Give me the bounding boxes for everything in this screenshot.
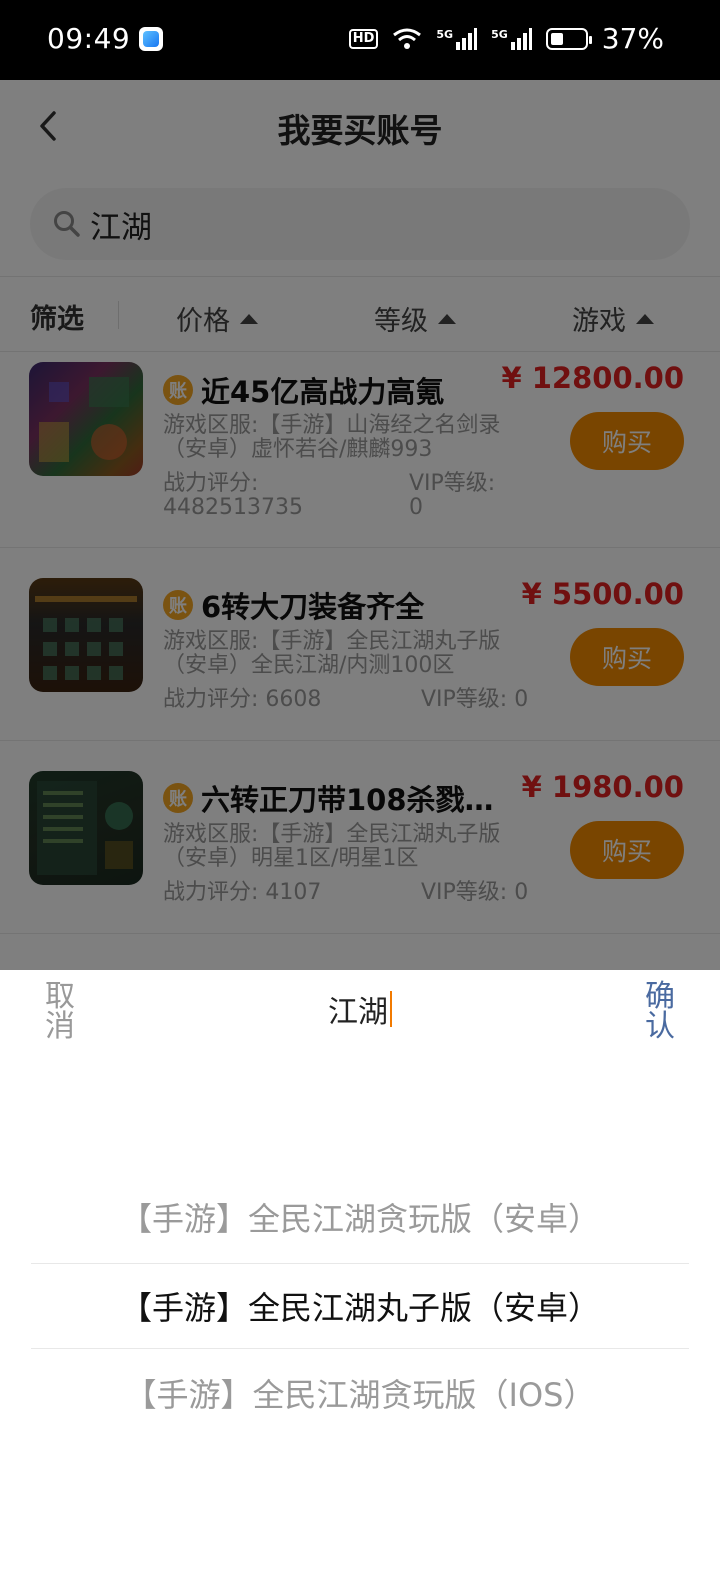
hd-voice-icon: HD [348, 28, 379, 49]
text-caret [390, 991, 392, 1027]
status-time: 09:49 [47, 22, 131, 55]
wifi-icon [393, 28, 422, 49]
picker-option[interactable]: 【手游】全民江湖贪玩版（IOS） [31, 1350, 689, 1436]
status-indicators: HD 5G 5G 37% [348, 22, 664, 55]
battery-icon [545, 27, 592, 50]
cancel-button[interactable]: 取消 [44, 982, 76, 1042]
picker-input-value: 江湖 [328, 995, 388, 1030]
battery-percent: 37% [601, 22, 664, 55]
game-picker-sheet: 取消 江湖 确认 【手游】全民江湖贪玩版（安卓） 【手游】全民江湖丸子版（安卓）… [0, 970, 720, 1584]
modal-overlay[interactable] [0, 80, 720, 970]
picker-option[interactable]: 【手游】全民江湖贪玩版（安卓） [31, 1174, 689, 1260]
signal-5g-icon-1: 5G [436, 27, 478, 50]
confirm-button[interactable]: 确认 [644, 982, 676, 1042]
picker-search-input[interactable]: 江湖 [328, 987, 392, 1031]
app-notification-icon [139, 27, 163, 51]
picker-option-selected[interactable]: 【手游】全民江湖丸子版（安卓） [31, 1263, 689, 1349]
status-bar: 09:49 HD 5G 5G 37% [0, 0, 720, 80]
signal-5g-icon-2: 5G [491, 27, 532, 50]
